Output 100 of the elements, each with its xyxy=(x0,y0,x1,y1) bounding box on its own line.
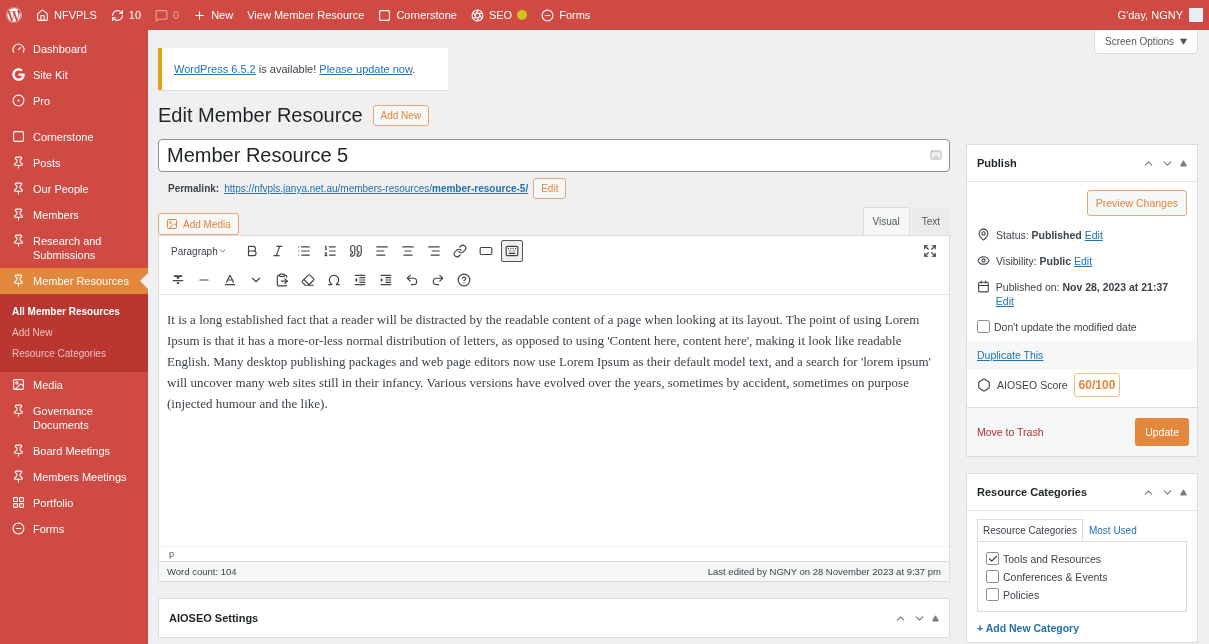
publish-info: Published on: Nov 28, 2023 at 21:37 Edit xyxy=(995,280,1170,308)
add-media-button[interactable]: Add Media xyxy=(158,213,239,235)
checkbox[interactable] xyxy=(986,588,999,601)
notification-dot-icon xyxy=(517,10,528,20)
admin-bar-item[interactable]: 0 xyxy=(155,8,180,22)
notice-link[interactable]: WordPress 6.5.2 xyxy=(174,63,256,75)
checkbox[interactable] xyxy=(977,320,990,333)
admin-bar-item[interactable]: View Member Resource xyxy=(247,9,365,21)
sidebar-item[interactable]: Governance Documents xyxy=(0,398,148,438)
caret-icon xyxy=(1180,38,1187,45)
sidebar-item[interactable]: Portfolio xyxy=(0,490,148,516)
sidebar-item[interactable]: Forms xyxy=(0,516,148,542)
checkbox[interactable] xyxy=(986,552,999,565)
pin-icon xyxy=(977,228,990,241)
seo-logo-icon xyxy=(977,378,991,392)
add-new-button[interactable]: Add New xyxy=(372,105,430,126)
sidebar-item[interactable]: Cornerstone xyxy=(0,124,148,150)
word-count: Word count: 104 xyxy=(167,566,237,577)
sidebar-item[interactable]: Media xyxy=(0,372,148,398)
keyboard-icon xyxy=(930,149,942,161)
sidebar-item[interactable]: Dashboard xyxy=(0,36,148,62)
numbered-list-icon xyxy=(323,244,337,258)
google-g-icon xyxy=(12,68,25,81)
paste-icon xyxy=(275,273,289,287)
permalink-link[interactable]: https://nfvpls.janya.net.au/members-resources/member-resource-5/ xyxy=(224,183,529,194)
sidebar-item[interactable]: Pro xyxy=(0,88,148,114)
panel-title: AIOSEO Settings xyxy=(169,612,260,624)
editor-text[interactable]: It is a long established fact that a reader will be distracted by the readable content of a page when looking at its layout. The point of using Lorem Ipsum is that it has a more-or-less normal distribution of letters, as opposed to using 'Content here, content here', making it look like readable English. Many desktop publishing packages and web page editors now use Lorem Ipsum as their default model text, and a search for 'lorem ipsum' will uncover many web sites still in their infancy. Various versions have evolved over the years, sometimes by accident, sometimes on purpose (injected humour and the like). xyxy=(167,309,941,414)
sidebar-item[interactable]: Site Kit xyxy=(0,62,148,88)
collapse-button[interactable] xyxy=(932,614,939,622)
admin-bar-item[interactable]: 10 xyxy=(110,8,142,22)
align-center-icon xyxy=(401,244,415,258)
move-to-trash-link[interactable]: Move to Trash xyxy=(977,426,1044,438)
circle-minus-icon xyxy=(541,8,555,22)
indent-icon xyxy=(379,273,393,287)
checkbox-label: Tools and Resources xyxy=(1003,552,1102,565)
sidebar-item[interactable]: Research and Submissions xyxy=(0,228,148,268)
pin-icon xyxy=(12,404,25,417)
outdent-icon xyxy=(353,273,367,287)
submenu-item[interactable]: Add New xyxy=(0,322,148,343)
category-tab[interactable]: Resource Categories xyxy=(977,519,1083,541)
permalink-label: Permalink: xyxy=(168,183,220,194)
preview-changes-button[interactable]: Preview Changes xyxy=(1086,190,1187,216)
link-icon xyxy=(453,244,467,258)
edit-link[interactable]: Edit xyxy=(1084,229,1103,241)
omega-icon xyxy=(327,273,341,287)
bold-icon xyxy=(245,244,259,258)
screen-options-button[interactable]: Screen Options xyxy=(1094,30,1198,54)
circle-icon xyxy=(12,94,25,107)
add-category-link[interactable]: + Add New Category xyxy=(977,622,1187,634)
publish-info: Visibility: Public Edit xyxy=(996,254,1093,268)
toolbar-toggle-icon xyxy=(505,244,519,258)
avatar-icon xyxy=(1189,8,1203,22)
collapse-button[interactable] xyxy=(1180,159,1187,167)
admin-bar-item[interactable]: Cornerstone xyxy=(378,8,457,22)
eraser-icon xyxy=(301,273,315,287)
title-field[interactable]: Member Resource 5 xyxy=(158,139,950,172)
submenu-item[interactable]: All Member Resources xyxy=(0,301,148,322)
admin-bar-item[interactable]: Forms xyxy=(541,8,591,22)
checkbox[interactable] xyxy=(986,570,999,583)
sidebar-item[interactable]: Members Meetings xyxy=(0,464,148,490)
toolbar-toggle-button[interactable] xyxy=(501,240,523,262)
admin-bar-item[interactable]: NFVPLS xyxy=(36,8,97,22)
circle-minus-icon xyxy=(12,522,25,535)
align-left-icon xyxy=(375,244,389,258)
sidebar-item[interactable]: Member Resources xyxy=(0,268,148,294)
page-heading: Edit Member Resource xyxy=(158,104,363,127)
gauge-icon xyxy=(12,42,25,55)
account-greeting[interactable]: G'day, NGNY xyxy=(1117,8,1203,22)
bullet-list-icon xyxy=(297,244,311,258)
aperture-icon xyxy=(470,8,484,22)
edit-permalink-button[interactable]: Edit xyxy=(533,178,567,199)
sidebar-item[interactable]: Posts xyxy=(0,150,148,176)
editor-tab[interactable]: Visual xyxy=(862,207,910,235)
caret-icon xyxy=(217,246,227,256)
quote-icon xyxy=(349,244,363,258)
update-button[interactable]: Update xyxy=(1135,418,1189,446)
checkbox-label: Policies xyxy=(1003,588,1040,601)
triangle-icon xyxy=(1180,159,1187,167)
submenu-item[interactable]: Resource Categories xyxy=(0,343,148,364)
collapse-button[interactable] xyxy=(1180,488,1187,496)
redo-icon xyxy=(431,273,445,287)
duplicate-link[interactable]: Duplicate This xyxy=(977,349,1044,361)
editor-tab[interactable]: Text xyxy=(911,207,950,235)
wordpress-logo-icon[interactable] xyxy=(6,7,22,23)
triangle-icon xyxy=(1180,488,1187,496)
fullscreen-icon xyxy=(923,244,937,258)
read-more-icon xyxy=(479,244,493,258)
edit-link[interactable]: Edit xyxy=(995,295,1014,307)
admin-bar-item[interactable]: SEO xyxy=(470,8,528,22)
seo-score-value: 60/100 xyxy=(1073,373,1121,397)
text-color-icon xyxy=(223,273,237,287)
sidebar-item[interactable]: Members xyxy=(0,202,148,228)
checkbox-label: Don't update the modified date xyxy=(994,320,1137,333)
admin-bar-item[interactable]: New xyxy=(193,8,234,22)
edit-link[interactable]: Edit xyxy=(1074,255,1093,267)
sidebar-item[interactable]: Board Meetings xyxy=(0,438,148,464)
triangle-icon xyxy=(932,614,939,622)
notice-text: WordPress 6.5.2 is available! Please update now. xyxy=(174,63,416,75)
sidebar-item[interactable]: Our People xyxy=(0,176,148,202)
